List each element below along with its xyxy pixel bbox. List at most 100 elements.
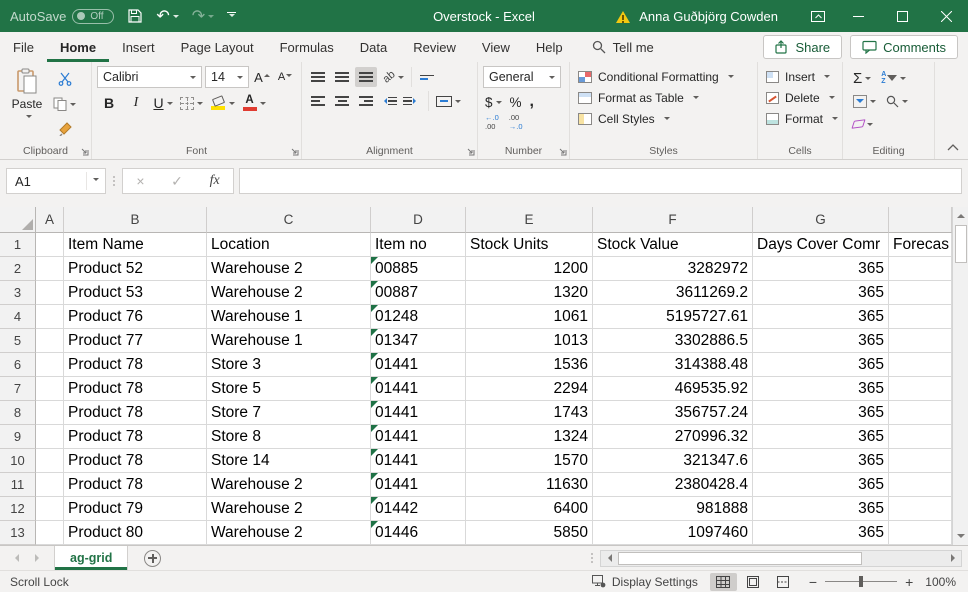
column-header-F[interactable]: F xyxy=(593,207,753,233)
cell[interactable]: Warehouse 1 xyxy=(207,329,371,353)
cell[interactable] xyxy=(36,377,64,401)
cell[interactable]: Days Cover Comr xyxy=(753,233,889,257)
cell[interactable]: 365 xyxy=(753,329,889,353)
bottom-align-button[interactable] xyxy=(355,67,377,87)
zoom-in-button[interactable]: + xyxy=(905,575,913,589)
cell[interactable]: 356757.24 xyxy=(593,401,753,425)
row-header-13[interactable]: 13 xyxy=(0,521,36,545)
cell[interactable]: 365 xyxy=(753,401,889,425)
scroll-down-button[interactable] xyxy=(953,528,968,545)
column-header-E[interactable]: E xyxy=(466,207,593,233)
tab-file[interactable]: File xyxy=(0,32,47,62)
cell[interactable]: Stock Units xyxy=(466,233,593,257)
cell[interactable] xyxy=(889,353,952,377)
formula-bar-resizer[interactable] xyxy=(106,168,122,194)
cell[interactable]: Product 78 xyxy=(64,473,207,497)
zoom-level[interactable]: 100% xyxy=(925,575,956,589)
cell[interactable]: 01347 xyxy=(371,329,466,353)
cell[interactable] xyxy=(889,401,952,425)
comments-button[interactable]: Comments xyxy=(850,35,958,59)
cell[interactable]: 5850 xyxy=(466,521,593,545)
align-right-button[interactable] xyxy=(355,91,377,111)
cell[interactable]: Location xyxy=(207,233,371,257)
row-header-7[interactable]: 7 xyxy=(0,377,36,401)
collapse-ribbon-button[interactable] xyxy=(947,144,959,151)
row-header-4[interactable]: 4 xyxy=(0,305,36,329)
cell[interactable]: Store 8 xyxy=(207,425,371,449)
sheet-tab-ag-grid[interactable]: ag-grid xyxy=(54,546,128,570)
row-header-9[interactable]: 9 xyxy=(0,425,36,449)
vertical-scrollbar-thumb[interactable] xyxy=(955,225,967,263)
cell[interactable]: 3282972 xyxy=(593,257,753,281)
redo-button[interactable]: ↷ xyxy=(192,8,214,24)
cell[interactable]: Warehouse 2 xyxy=(207,521,371,545)
zoom-slider[interactable] xyxy=(825,581,897,582)
font-size-select[interactable]: 14 xyxy=(205,66,249,88)
cell[interactable]: Product 76 xyxy=(64,305,207,329)
cancel-entry-button[interactable]: × xyxy=(136,174,144,188)
fill-color-button[interactable] xyxy=(210,93,235,113)
conditional-formatting-button[interactable]: Conditional Formatting xyxy=(578,66,752,87)
cell[interactable]: 1320 xyxy=(466,281,593,305)
copy-button[interactable] xyxy=(53,94,76,114)
maximize-button[interactable] xyxy=(880,0,924,32)
row-header-5[interactable]: 5 xyxy=(0,329,36,353)
row-header-1[interactable]: 1 xyxy=(0,233,36,257)
cell[interactable]: 365 xyxy=(753,449,889,473)
cell[interactable] xyxy=(36,425,64,449)
tab-view[interactable]: View xyxy=(469,32,523,62)
cell[interactable]: 1061 xyxy=(466,305,593,329)
cell[interactable]: 3611269.2 xyxy=(593,281,753,305)
customize-quick-access-button[interactable] xyxy=(227,12,236,21)
cell[interactable] xyxy=(36,281,64,305)
normal-view-button[interactable] xyxy=(710,573,737,591)
zoom-out-button[interactable]: − xyxy=(809,575,817,589)
percent-style-button[interactable]: % xyxy=(510,92,522,112)
find-select-button[interactable] xyxy=(886,91,908,111)
cell[interactable] xyxy=(36,305,64,329)
cell[interactable]: 6400 xyxy=(466,497,593,521)
account-button[interactable]: Anna Guðbjörg Cowden xyxy=(615,9,778,24)
tell-me-button[interactable]: Tell me xyxy=(592,32,654,62)
cell[interactable]: Stock Value xyxy=(593,233,753,257)
cell[interactable]: 981888 xyxy=(593,497,753,521)
format-cells-button[interactable]: Format xyxy=(766,108,837,129)
enter-entry-button[interactable]: ✓ xyxy=(171,174,183,188)
cell[interactable]: 365 xyxy=(753,473,889,497)
cell[interactable]: 1536 xyxy=(466,353,593,377)
cell[interactable]: Store 3 xyxy=(207,353,371,377)
cell[interactable]: 365 xyxy=(753,281,889,305)
underline-button[interactable]: U xyxy=(153,93,173,113)
insert-cells-button[interactable]: Insert xyxy=(766,66,837,87)
page-layout-view-button[interactable] xyxy=(740,573,767,591)
scroll-right-button[interactable] xyxy=(945,551,961,566)
format-painter-button[interactable] xyxy=(53,119,76,139)
horizontal-scrollbar-thumb[interactable] xyxy=(618,552,862,565)
page-break-view-button[interactable] xyxy=(770,573,797,591)
tab-formulas[interactable]: Formulas xyxy=(267,32,347,62)
decrease-decimal-button[interactable]: .00→.0 xyxy=(509,114,523,131)
align-center-button[interactable] xyxy=(331,91,353,111)
cell[interactable] xyxy=(36,257,64,281)
cell[interactable]: Warehouse 2 xyxy=(207,257,371,281)
cell-styles-button[interactable]: Cell Styles xyxy=(578,108,752,129)
row-header-2[interactable]: 2 xyxy=(0,257,36,281)
paste-button[interactable]: Paste xyxy=(5,66,49,139)
cell[interactable]: Store 7 xyxy=(207,401,371,425)
cell[interactable] xyxy=(36,233,64,257)
insert-function-button[interactable]: fx xyxy=(210,173,220,189)
increase-decimal-button[interactable]: ←.0.00 xyxy=(485,114,499,131)
cell[interactable]: Warehouse 1 xyxy=(207,305,371,329)
delete-cells-button[interactable]: Delete xyxy=(766,87,837,108)
row-header-12[interactable]: 12 xyxy=(0,497,36,521)
increase-indent-button[interactable] xyxy=(401,91,421,111)
cell[interactable]: 1097460 xyxy=(593,521,753,545)
column-header-D[interactable]: D xyxy=(371,207,466,233)
cell[interactable]: Product 52 xyxy=(64,257,207,281)
cell[interactable]: 365 xyxy=(753,377,889,401)
cell[interactable] xyxy=(36,521,64,545)
sort-filter-button[interactable]: AZ xyxy=(881,68,906,88)
next-sheet-button[interactable] xyxy=(35,554,43,562)
column-header-B[interactable]: B xyxy=(64,207,207,233)
font-name-select[interactable]: Calibri xyxy=(97,66,202,88)
